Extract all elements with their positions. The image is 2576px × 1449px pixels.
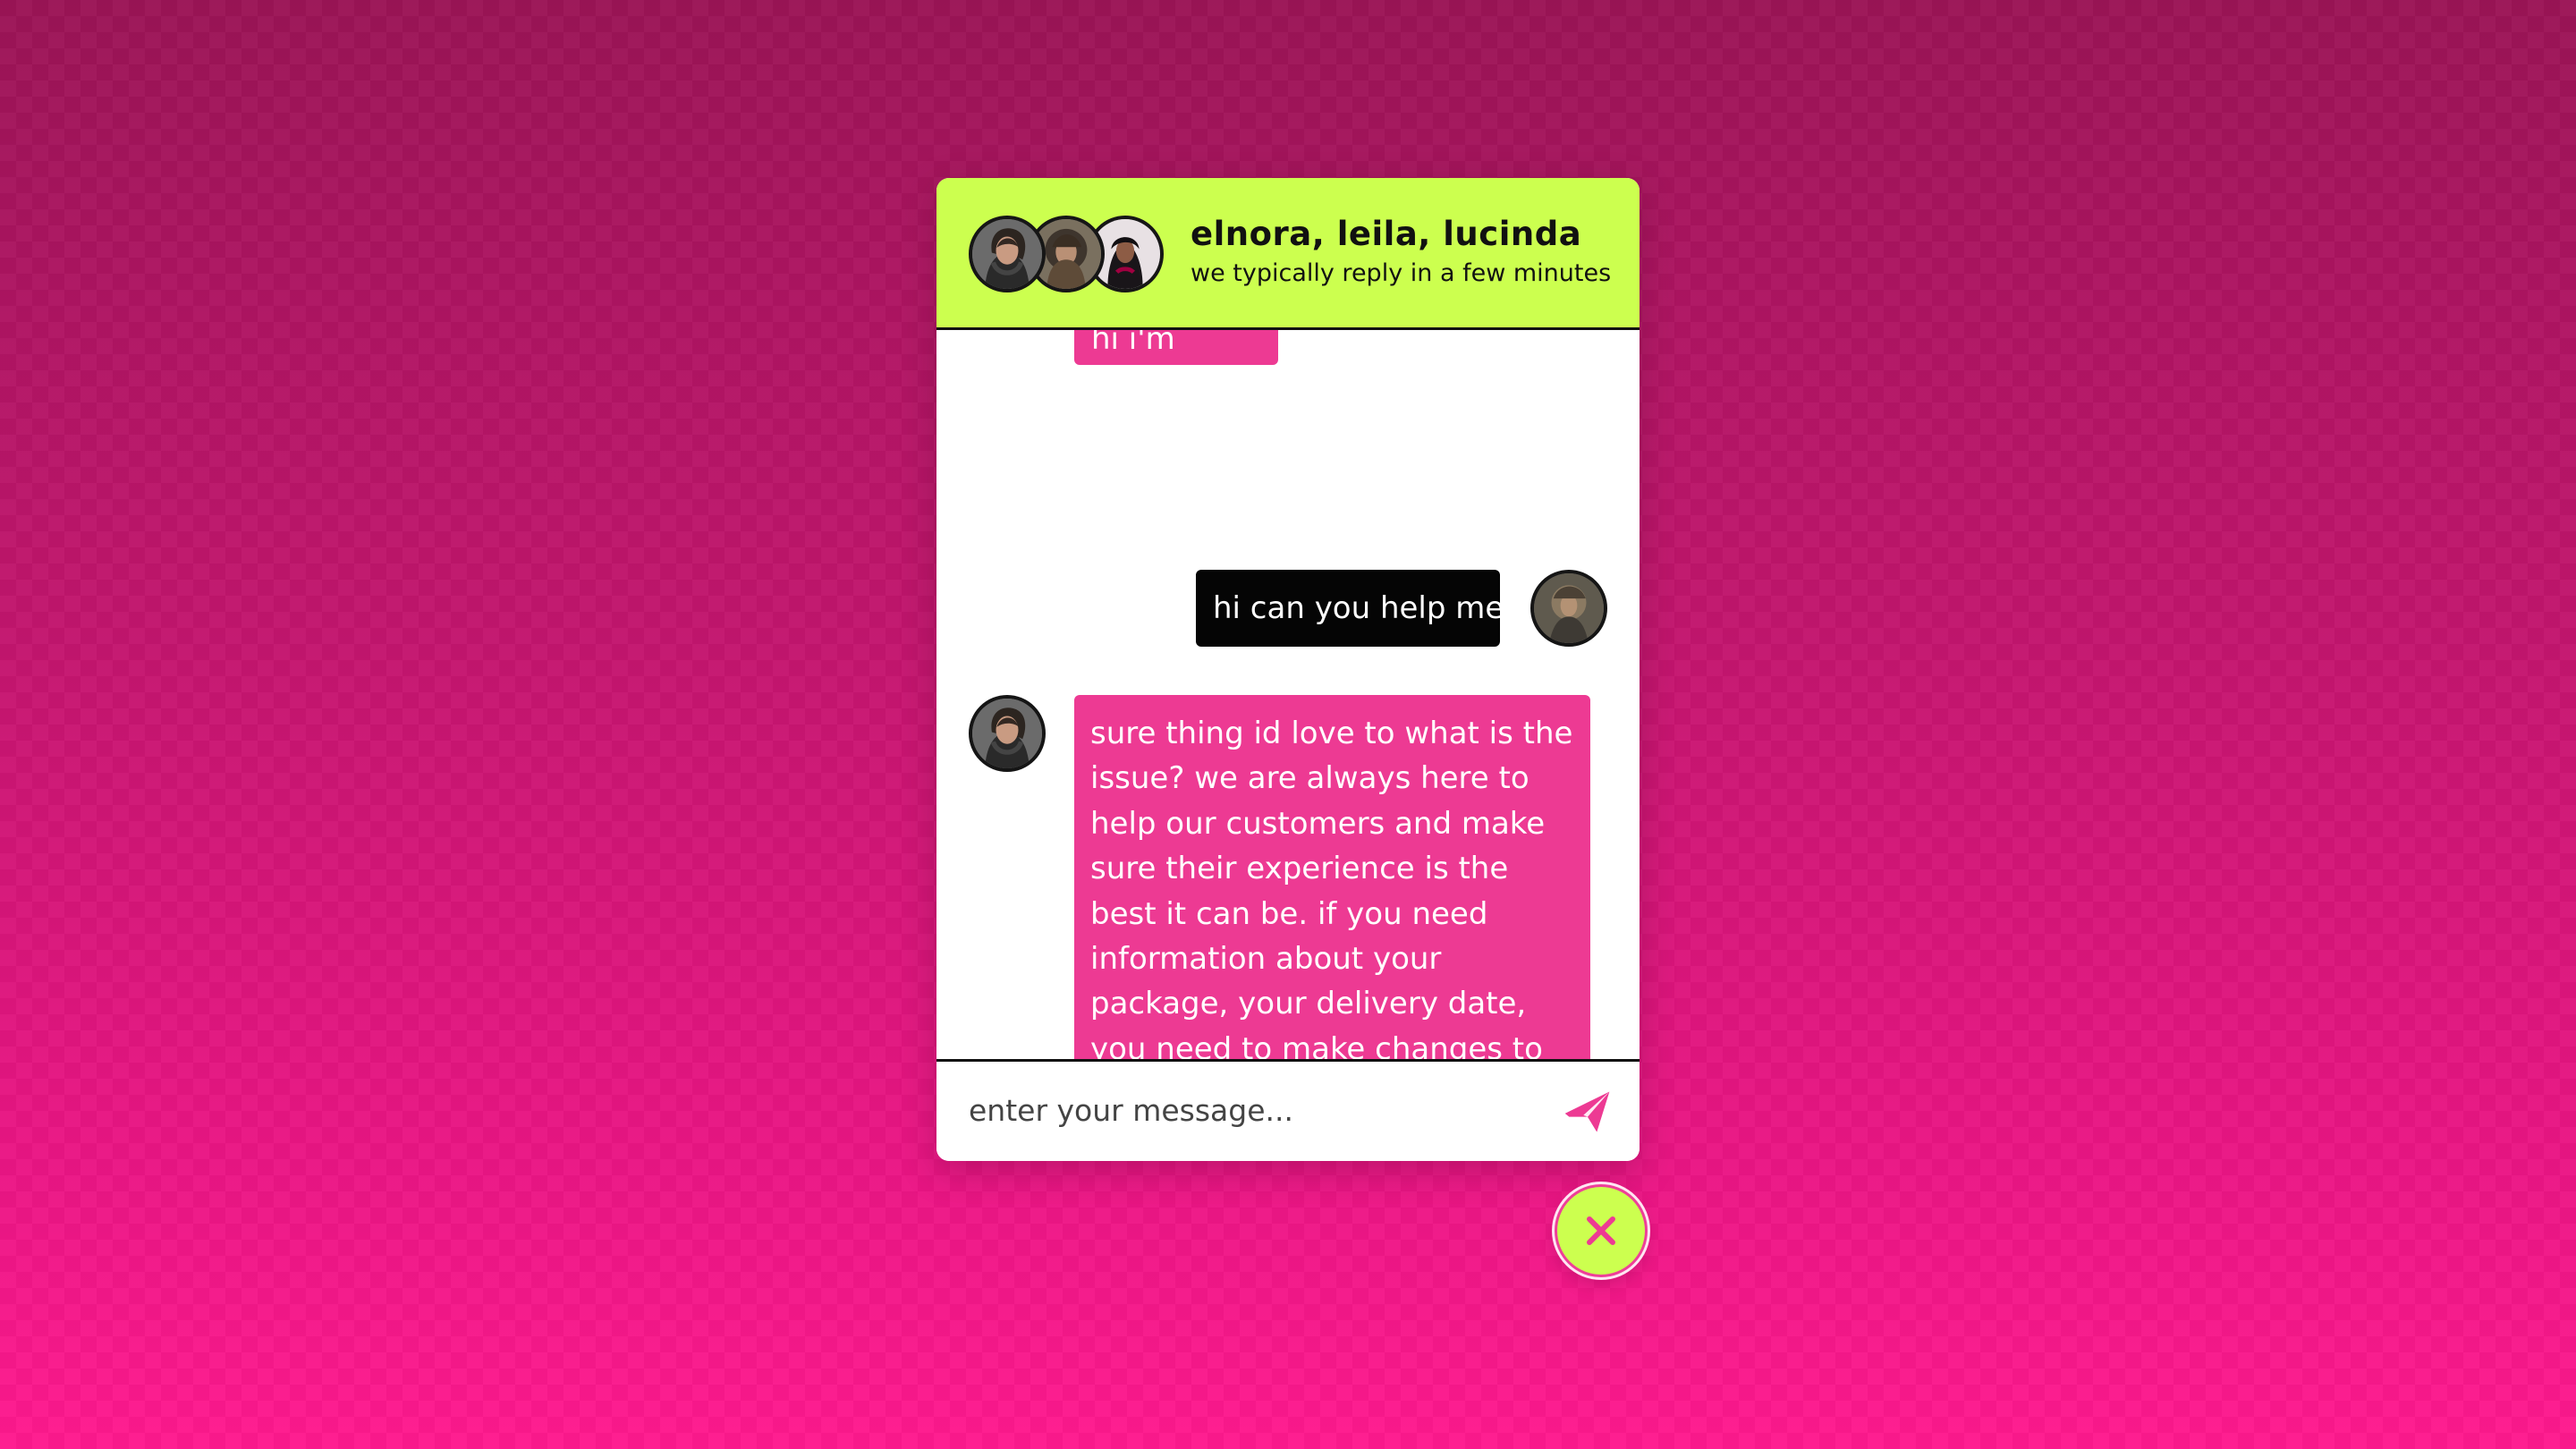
send-icon: [1564, 1091, 1610, 1132]
user-avatar-image: [1534, 573, 1604, 643]
message-row-agent-intro: hi i'm elnora: [936, 330, 1640, 409]
chat-title: elnora, leila, lucinda: [1191, 215, 1582, 253]
user-message-bubble: hi can you help me: [1196, 570, 1504, 647]
message-row-user: hi can you help me: [936, 570, 1640, 677]
message-row-agent-reply: sure thing id love to what is the issue?…: [936, 695, 1640, 1059]
chat-widget: elnora, leila, lucinda we typically repl…: [936, 178, 1640, 1161]
agent-avatar-stack: [969, 216, 1165, 292]
agent-message-bubble: hi i'm elnora: [1074, 330, 1278, 409]
chat-subtitle: we typically reply in a few minutes: [1191, 259, 1612, 287]
agent-reply-bubble: sure thing id love to what is the issue?…: [1074, 695, 1590, 1059]
message-avatar-elnora-reply: [969, 695, 1046, 772]
user-avatar: [1530, 570, 1607, 647]
close-icon: [1587, 1216, 1615, 1245]
message-list[interactable]: hi i'm elnora hi can you help me sure th…: [936, 330, 1640, 1059]
close-chat-button[interactable]: [1555, 1184, 1648, 1277]
agent-avatar-elnora: [969, 216, 1046, 292]
message-composer: [936, 1059, 1640, 1161]
message-scroll-area[interactable]: hi i'm elnora hi can you help me sure th…: [936, 330, 1640, 1059]
elnora-avatar-image: [972, 219, 1042, 289]
message-input[interactable]: [969, 1087, 1505, 1135]
chat-header: elnora, leila, lucinda we typically repl…: [936, 178, 1640, 330]
send-button[interactable]: [1561, 1085, 1614, 1139]
chat-header-text: elnora, leila, lucinda we typically repl…: [1191, 214, 1620, 289]
elnora-reply-avatar-image: [972, 699, 1042, 768]
